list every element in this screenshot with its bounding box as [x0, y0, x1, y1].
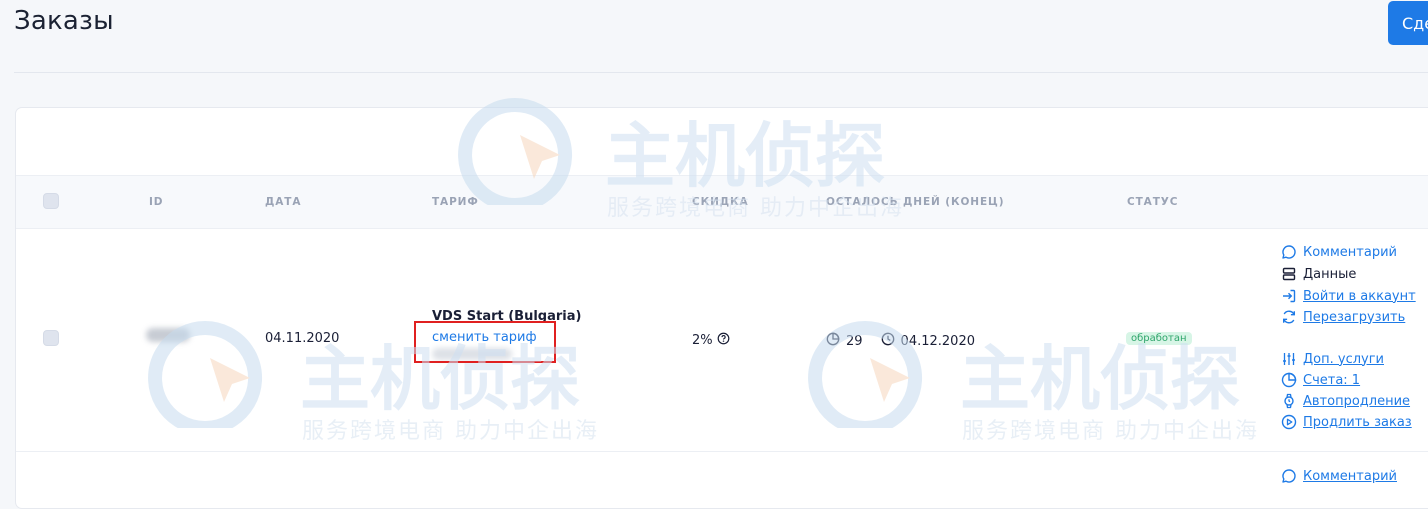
title-divider: [14, 72, 1428, 73]
action-comment[interactable]: Комментарий: [1281, 244, 1397, 260]
comment-icon: [1282, 245, 1296, 259]
order-date: 04.11.2020: [265, 331, 340, 346]
discount-value: 2%: [692, 333, 713, 348]
column-header-tariff[interactable]: ТАРИФ: [432, 196, 479, 208]
action-extra-services[interactable]: Доп. услуги: [1281, 351, 1384, 367]
order-id-blurred: [146, 328, 190, 342]
pie-icon: [1281, 372, 1297, 388]
row-checkbox[interactable]: [43, 330, 59, 346]
days-left-cell: 29 04.12.2020: [826, 332, 975, 350]
clock-icon: [881, 332, 895, 350]
column-header-discount[interactable]: СКИДКА: [692, 196, 749, 208]
discount-cell: 2%: [692, 332, 730, 349]
end-date-value: 04.12.2020: [900, 333, 975, 349]
action-extend-order[interactable]: Продлить заказ: [1281, 414, 1412, 430]
action-reboot[interactable]: Перезагрузить: [1281, 309, 1405, 325]
column-header-days-left[interactable]: ОСТАЛОСЬ ДНЕЙ (КОНЕЦ): [826, 196, 1004, 208]
status-badge: обработан: [1126, 332, 1192, 345]
column-header-date[interactable]: ДАТА: [265, 196, 301, 208]
orders-card: ID ДАТА ТАРИФ СКИДКА ОСТАЛОСЬ ДНЕЙ (КОНЕ…: [15, 107, 1428, 509]
action-login[interactable]: Войти в аккаунт: [1281, 288, 1416, 304]
action-invoices[interactable]: Счета: 1: [1281, 372, 1360, 388]
comment-icon: [1282, 469, 1296, 483]
next-row-action-comment[interactable]: Комментарий: [1281, 468, 1397, 484]
watch-icon: [1284, 393, 1294, 409]
table-header-row: ID ДАТА ТАРИФ СКИДКА ОСТАЛОСЬ ДНЕЙ (КОНЕ…: [16, 175, 1428, 229]
highlight-box: [414, 321, 556, 363]
pie-timer-icon: [826, 332, 840, 350]
select-all-checkbox[interactable]: [43, 193, 59, 209]
refresh-icon: [1283, 310, 1295, 324]
column-header-id[interactable]: ID: [149, 196, 163, 208]
create-button[interactable]: Сде: [1388, 1, 1428, 45]
days-left-value: 29: [846, 333, 863, 349]
column-header-status[interactable]: СТАТУС: [1127, 196, 1178, 208]
action-data[interactable]: Данные: [1281, 266, 1356, 282]
row-divider: [16, 451, 1428, 452]
sliders-icon: [1283, 353, 1295, 365]
help-icon[interactable]: [717, 332, 730, 349]
server-icon: [1282, 267, 1296, 281]
play-icon: [1281, 414, 1297, 430]
page-title: Заказы: [14, 6, 114, 36]
action-autorenew[interactable]: Автопродление: [1281, 393, 1410, 409]
login-icon: [1283, 289, 1296, 303]
